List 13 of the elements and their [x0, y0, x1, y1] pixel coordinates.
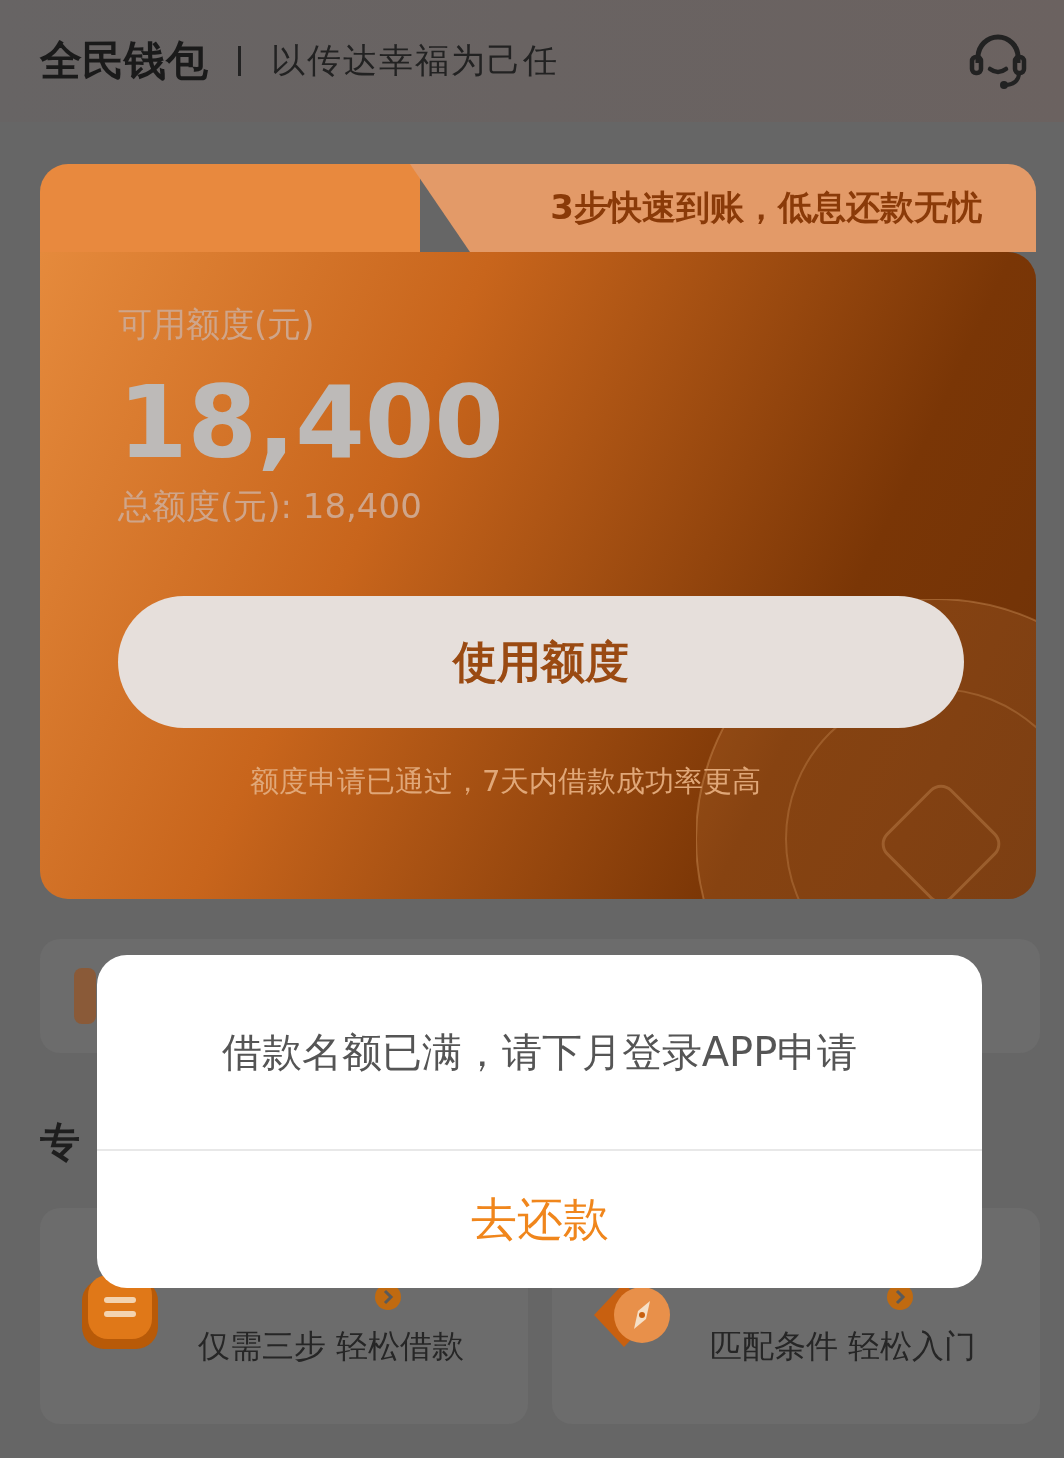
brand-title: 全民钱包: [40, 35, 208, 87]
slogan: 以传达幸福为己任: [271, 39, 559, 82]
use-limit-button[interactable]: 使用额度: [118, 596, 964, 728]
banner-tag: [74, 968, 96, 1024]
guide-subtitle: 匹配条件 轻松入门: [710, 1326, 977, 1367]
available-amount: 18,400: [118, 368, 505, 478]
available-label: 可用额度(元): [118, 303, 316, 346]
total-limit: 总额度(元): 18,400: [118, 485, 423, 528]
guide-subtitle: 仅需三步 轻松借款: [198, 1326, 465, 1367]
tagline: 3步快速到账，低息还款无忧: [550, 186, 982, 229]
section-title: 专: [40, 1118, 80, 1167]
dialog-message: 借款名额已满，请下月登录APP申请: [220, 1027, 859, 1077]
approval-note: 额度申请已通过，7天内借款成功率更高: [249, 763, 763, 800]
